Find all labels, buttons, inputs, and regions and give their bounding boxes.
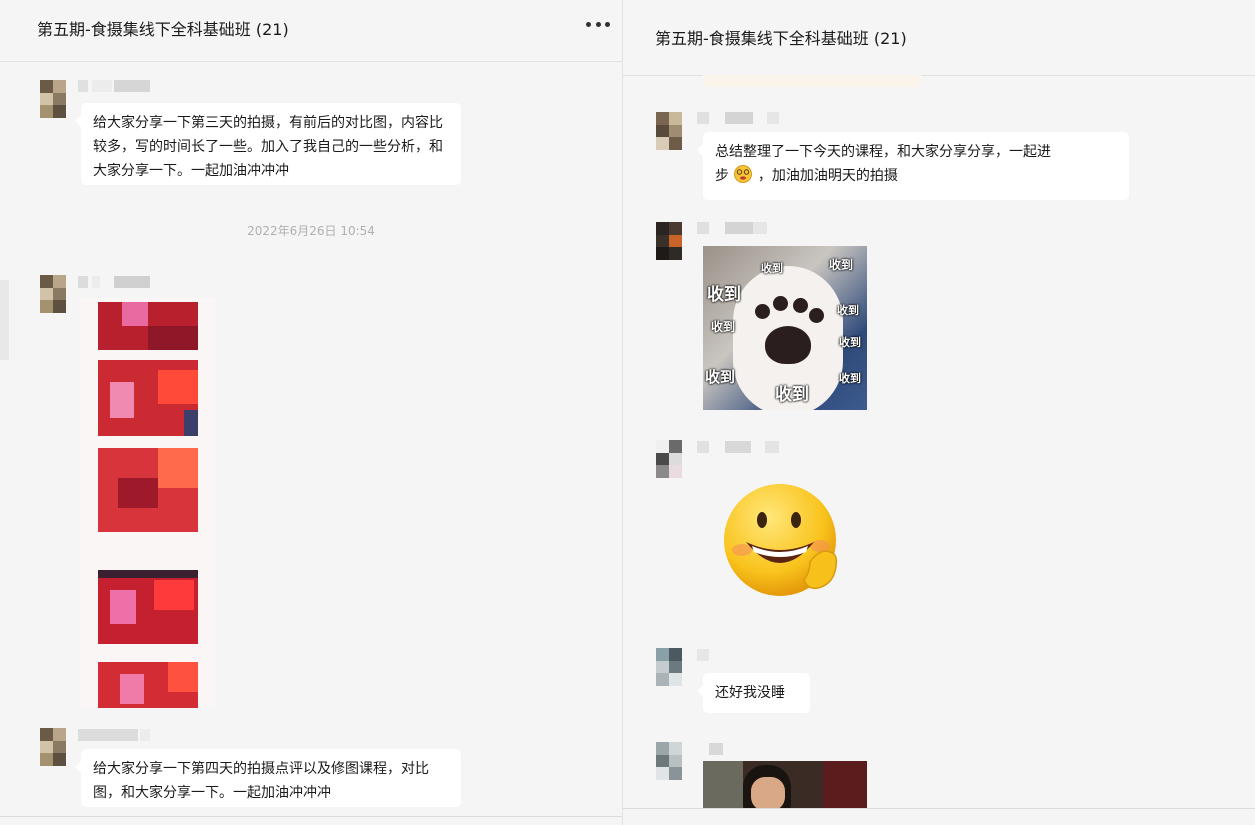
sticker-label: 收到 [761,262,783,275]
avatar[interactable] [656,742,682,780]
sticker-label: 收到 [707,285,741,305]
chat-title[interactable]: 第五期-食摄集线下全科基础班 (21) [655,25,907,49]
message-text-line: 步 ，加油加油明天的拍摄 [715,164,1117,188]
paw-pad [765,326,811,364]
sticker-message[interactable]: 收到 收到 收到 收到 收到 收到 收到 收到 收到 收到 [703,246,867,410]
paw-toe [809,308,824,323]
sticker-label: 收到 [705,368,736,386]
message-text: ，加油加油明天的拍摄 [757,168,898,184]
sender-name [697,441,787,453]
scroll-edge [0,280,9,360]
sticker-label: 收到 [829,258,854,272]
right-chat-header: 第五期-食摄集线下全科基础班 (21) [623,0,1255,76]
sender-name [697,743,737,755]
sender-name [78,729,158,741]
message-bubble[interactable]: 还好我没睡 [697,673,810,713]
sender-name [697,112,787,124]
previous-message-edge [703,75,921,87]
image-tile [98,302,198,350]
sender-name [697,649,717,661]
paw-toe [793,298,808,313]
smiling-face-emoji-icon[interactable] [722,484,844,598]
avatar[interactable] [40,80,66,118]
message-text-line: 总结整理了一下今天的课程，和大家分享分享，一起进 [715,144,1051,160]
input-divider [623,808,1255,809]
dizzy-face-emoji-icon [734,165,753,183]
sticker-label: 收到 [839,336,861,349]
image-message[interactable] [80,298,216,708]
message-bubble[interactable]: 总结整理了一下今天的课程，和大家分享分享，一起进 步 ，加油加油明天的拍摄 [697,132,1129,200]
avatar[interactable] [656,112,682,150]
photo-message[interactable] [703,761,867,809]
sender-name [78,80,158,92]
avatar[interactable] [656,648,682,686]
sender-name [697,222,787,234]
avatar[interactable] [656,440,682,478]
photo-right [823,761,867,809]
message-bubble[interactable]: 给大家分享一下第四天的拍摄点评以及修图课程，对比图，和大家分享一下。一起加油冲冲… [75,749,461,807]
left-chat-header: 第五期-食摄集线下全科基础班 (21) [0,0,622,62]
sticker-label: 收到 [837,304,859,317]
timestamp: 2022年6月26日 10:54 [247,224,375,238]
more-horizontal-icon[interactable] [586,14,610,34]
sticker-label: 收到 [775,385,809,405]
paw-toe [755,304,770,319]
image-tile [98,448,198,532]
avatar[interactable] [40,275,66,313]
chat-title[interactable]: 第五期-食摄集线下全科基础班 (21) [37,16,289,40]
photo-background [703,761,743,809]
sticker-label: 收到 [711,320,736,334]
image-tile [98,570,198,644]
message-bubble[interactable]: 给大家分享一下第三天的拍摄，有前后的对比图，内容比较多，写的时间长了一些。加入了… [75,103,461,185]
left-chat-pane: 第五期-食摄集线下全科基础班 (21) 给大家分享一下第三天的拍摄，有前后的对比… [0,0,622,825]
photo-face [751,777,785,809]
sender-name [78,276,158,288]
avatar[interactable] [656,222,682,260]
input-divider [0,816,622,817]
paw-toe [773,296,788,311]
image-tile [98,662,198,708]
sticker-label: 收到 [839,372,861,385]
message-text: 步 [715,168,729,184]
avatar[interactable] [40,728,66,766]
image-tile [98,360,198,436]
